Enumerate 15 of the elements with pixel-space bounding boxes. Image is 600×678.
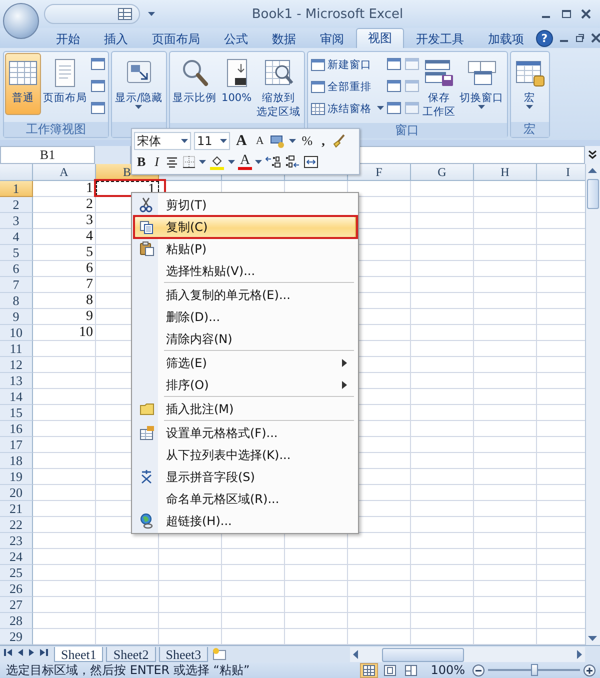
table-cell-text: 7 (85, 277, 94, 292)
group-label: 工作簿视图 (4, 122, 108, 137)
table-cell-text: 5 (85, 245, 94, 260)
window-title: Book1 - Microsoft Excel (250, 6, 404, 22)
table-cell-text: 4 (85, 229, 94, 244)
status-message: 选定目标区域，然后按 ENTER 或选择 “粘贴” (6, 662, 250, 678)
table-cell-text: 8 (85, 293, 94, 308)
table-cell-text: 1 (85, 181, 94, 196)
table-cell-text: 10 (78, 325, 94, 340)
table-cell-text: 2 (85, 197, 94, 212)
table-cell-text: 6 (85, 261, 94, 276)
zoom-level: 100% (430, 663, 465, 677)
table-cell-text: 3 (85, 213, 94, 228)
table-cell-text: 9 (85, 309, 94, 324)
group-label: 宏 (510, 122, 549, 137)
